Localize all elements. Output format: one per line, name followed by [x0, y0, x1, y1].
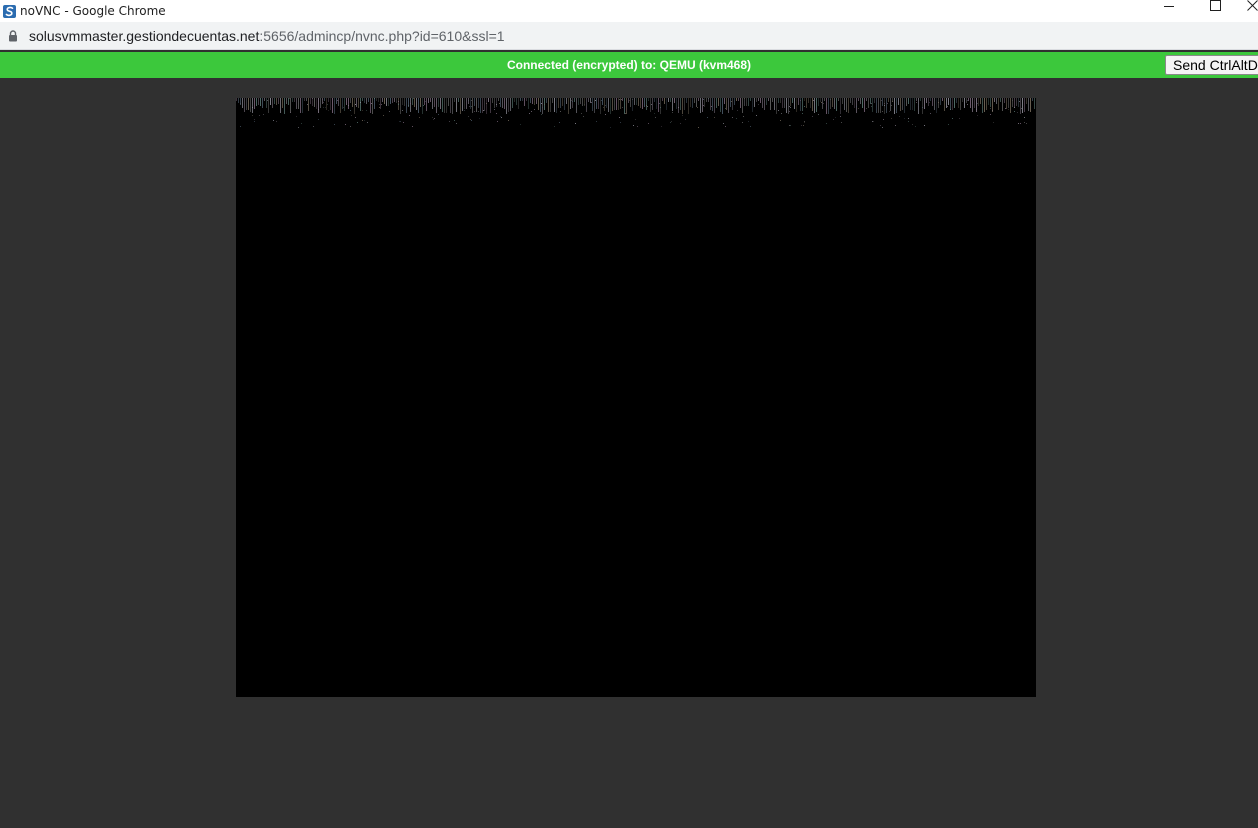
close-button[interactable] [1238, 0, 1258, 14]
url-host: solusvmmaster.gestiondecuentas.net [29, 27, 260, 44]
title-bar[interactable]: noVNC - Google Chrome [0, 0, 1258, 22]
send-ctrl-alt-del-button[interactable]: Send CtrlAltDel [1165, 55, 1258, 75]
connection-status: Connected (encrypted) to: QEMU (kvm468) [506, 58, 752, 72]
close-icon [1247, 0, 1258, 16]
novnc-status-bar: Connected (encrypted) to: QEMU (kvm468) … [0, 52, 1258, 78]
window-controls [1146, 0, 1258, 14]
minimize-button[interactable] [1146, 0, 1192, 14]
maximize-button[interactable] [1192, 0, 1238, 14]
url-path: :5656/admincp/nvnc.php?id=610&ssl=1 [259, 27, 505, 44]
url-text[interactable]: solusvmmaster.gestiondecuentas.net:5656/… [29, 28, 505, 44]
address-bar[interactable]: solusvmmaster.gestiondecuentas.net:5656/… [0, 22, 1258, 50]
minimize-icon [1164, 0, 1174, 16]
lock-icon[interactable] [6, 29, 20, 43]
browser-window: noVNC - Google Chrome solusvmmaster.gest… [0, 0, 1258, 828]
screen-noise-artifact [236, 98, 1035, 128]
window-title: noVNC - Google Chrome [20, 4, 166, 18]
maximize-icon [1209, 0, 1221, 16]
solusvm-logo-icon [2, 4, 16, 18]
vnc-screen[interactable] [236, 98, 1036, 697]
